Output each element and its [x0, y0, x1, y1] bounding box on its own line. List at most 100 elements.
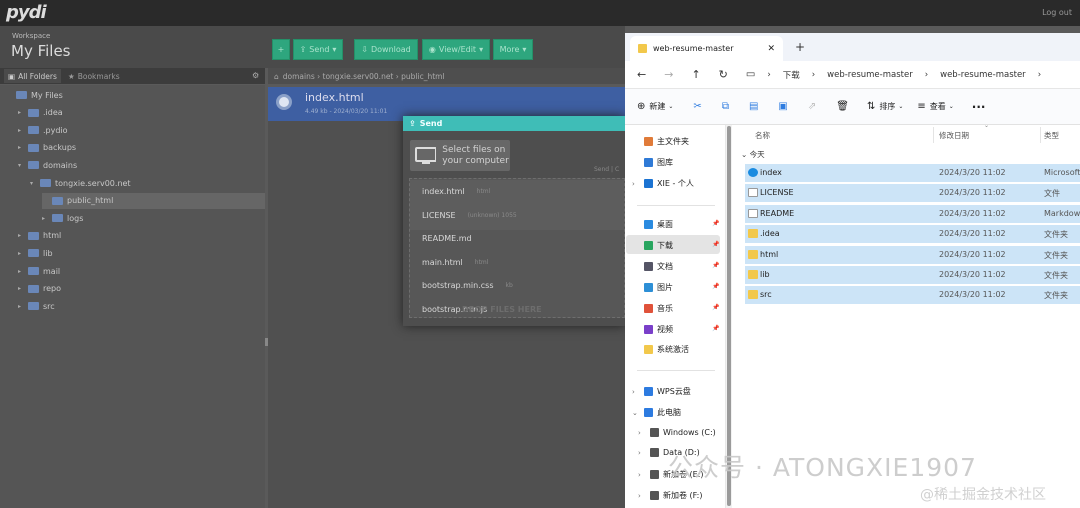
tree-item[interactable]: ▸ logs: [42, 210, 83, 226]
expand-icon[interactable]: ▸: [18, 127, 24, 134]
queue-item[interactable]: index.html html: [422, 187, 490, 196]
tree-item[interactable]: ▸ backups: [18, 140, 76, 156]
tree-item[interactable]: ▾ domains: [18, 157, 77, 173]
select-files-button[interactable]: Select files on your computer: [410, 140, 510, 171]
queue-item[interactable]: bootstrap.min.css kb: [422, 281, 513, 290]
folder-icon: [28, 249, 39, 258]
nav-item[interactable]: 主文件夹: [632, 136, 689, 147]
back-icon[interactable]: ←: [637, 68, 646, 81]
nav-item[interactable]: 下载: [632, 240, 673, 251]
tree-item[interactable]: My Files: [6, 87, 63, 103]
view-edit-button[interactable]: ◉ View/Edit ▾: [422, 39, 490, 60]
tree-item[interactable]: ▸ .pydio: [18, 122, 68, 138]
nav-item[interactable]: › 新加卷 (F:): [638, 490, 702, 501]
send-button[interactable]: ⇪ Send ▾: [293, 39, 343, 60]
rename-icon[interactable]: ▣: [778, 101, 787, 112]
share-icon[interactable]: ⇗: [808, 101, 816, 112]
folder-icon: [638, 44, 647, 53]
plus-icon: +: [277, 45, 285, 54]
splitter-handle[interactable]: [265, 338, 268, 346]
expand-icon[interactable]: ▸: [18, 303, 24, 310]
address-segment[interactable]: 下载: [783, 69, 800, 81]
new-button[interactable]: 新建: [649, 101, 665, 112]
expand-icon[interactable]: ›: [638, 471, 646, 479]
expand-icon[interactable]: ▾: [30, 180, 36, 187]
nav-item[interactable]: 文档: [632, 261, 673, 272]
forward-icon[interactable]: →: [664, 68, 673, 81]
expand-icon[interactable]: ▸: [18, 144, 24, 151]
delete-icon[interactable]: 🗑: [836, 101, 849, 112]
column-type[interactable]: 类型: [1044, 130, 1059, 141]
up-icon[interactable]: ↑: [691, 68, 700, 81]
tree-item[interactable]: ▸ html: [18, 228, 61, 244]
nav-item[interactable]: 桌面: [632, 219, 673, 230]
address-segment[interactable]: web-resume-master: [827, 70, 913, 80]
nav-item[interactable]: ⌄ 此电脑: [632, 407, 681, 418]
expand-icon[interactable]: ▾: [18, 162, 24, 169]
download-button[interactable]: ⇩ Download: [354, 39, 418, 60]
more-button[interactable]: More ▾: [493, 39, 533, 60]
send-icon: ⇪: [299, 45, 307, 54]
new-tab-icon[interactable]: +: [795, 40, 805, 54]
tab-all-folders[interactable]: ▣ All Folders: [4, 69, 61, 83]
expand-icon[interactable]: ▸: [42, 215, 48, 222]
view-button[interactable]: 查看: [930, 101, 946, 112]
cut-icon[interactable]: ✂: [693, 101, 701, 112]
column-divider[interactable]: [1040, 127, 1041, 143]
file-row[interactable]: lib 2024/3/20 11:02 文件夹: [745, 266, 1080, 284]
expand-icon[interactable]: ▸: [18, 285, 24, 292]
settings-icon[interactable]: ⚙: [252, 71, 259, 80]
nav-item[interactable]: › Windows (C:): [638, 428, 716, 437]
column-name[interactable]: 名称: [755, 130, 770, 141]
queue-item[interactable]: README.md: [422, 234, 484, 243]
expand-icon[interactable]: ›: [638, 492, 646, 500]
nav-item[interactable]: › XIE - 个人: [632, 178, 694, 189]
refresh-icon[interactable]: ↻: [719, 68, 728, 81]
tree-item[interactable]: ▸ src: [18, 298, 55, 314]
expand-icon[interactable]: ›: [632, 180, 640, 188]
explorer-tab[interactable]: web-resume-master ✕: [630, 36, 783, 61]
group-header[interactable]: ⌄ 今天: [741, 149, 765, 160]
more-icon[interactable]: ···: [972, 100, 986, 114]
nav-item[interactable]: 图库: [632, 157, 673, 168]
file-row[interactable]: src 2024/3/20 11:02 文件夹: [745, 286, 1080, 305]
expand-icon[interactable]: ›: [632, 388, 640, 396]
file-row[interactable]: .idea 2024/3/20 11:02 文件夹: [745, 225, 1080, 244]
queue-item[interactable]: LICENSE (unknown) 1055: [422, 211, 517, 220]
sort-button[interactable]: 排序: [879, 101, 895, 112]
nav-item[interactable]: › WPS云盘: [632, 386, 691, 397]
logout-link[interactable]: Log out: [1042, 8, 1072, 17]
nav-item[interactable]: 系统激活: [632, 344, 689, 355]
tree-item[interactable]: ▾ tongxie.serv00.net: [30, 175, 131, 191]
close-icon[interactable]: ✕: [767, 44, 775, 54]
expand-icon[interactable]: ▸: [18, 232, 24, 239]
tree-item[interactable]: ▸ repo: [18, 281, 61, 297]
file-row[interactable]: index 2024/3/20 11:02 Microsoft: [745, 164, 1080, 182]
tree-item[interactable]: ▸ mail: [18, 263, 60, 279]
nav-item[interactable]: 图片: [632, 282, 673, 293]
file-row[interactable]: README 2024/3/20 11:02 Markdow: [745, 204, 1080, 223]
column-divider[interactable]: [933, 127, 934, 143]
expand-icon[interactable]: ▸: [18, 109, 24, 116]
add-button[interactable]: +: [272, 39, 290, 60]
expand-icon[interactable]: ▸: [18, 250, 24, 257]
copy-icon[interactable]: ⧉: [722, 101, 729, 112]
nav-item[interactable]: 视频: [632, 324, 673, 335]
nav-item[interactable]: 音乐: [632, 303, 673, 314]
tree-item[interactable]: public_html: [42, 192, 265, 209]
file-row[interactable]: html 2024/3/20 11:02 文件夹: [745, 245, 1080, 264]
expand-icon[interactable]: ⌄: [632, 409, 640, 417]
nav-divider: [637, 205, 715, 206]
home-icon[interactable]: ⌂: [274, 72, 279, 81]
queue-item[interactable]: main.html html: [422, 258, 488, 267]
file-row[interactable]: LICENSE 2024/3/20 11:02 文件: [745, 184, 1080, 203]
expand-icon[interactable]: ›: [638, 449, 646, 457]
expand-icon[interactable]: ▸: [18, 268, 24, 275]
tree-item[interactable]: ▸ .idea: [18, 105, 63, 121]
tree-item[interactable]: ▸ lib: [18, 245, 53, 261]
expand-icon[interactable]: ›: [638, 429, 646, 437]
paste-icon[interactable]: ▤: [749, 101, 758, 112]
tab-bookmarks[interactable]: ★ Bookmarks: [68, 69, 120, 83]
column-date[interactable]: 修改日期: [939, 130, 969, 141]
address-segment[interactable]: web-resume-master: [940, 70, 1026, 80]
